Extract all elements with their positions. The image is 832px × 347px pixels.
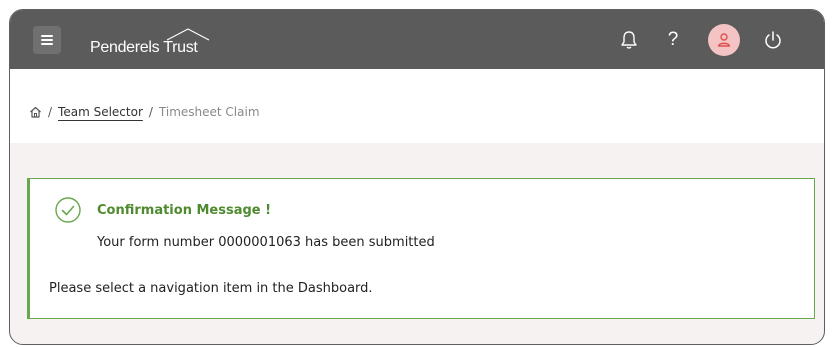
brand-logo[interactable]: Penderels Trust [90,27,210,57]
logo-roof-icon [166,28,210,41]
breadcrumb-team-selector[interactable]: Team Selector [58,105,143,119]
app-window: Penderels Trust ? / Team Selector / Time… [9,9,825,345]
breadcrumb-bar: / Team Selector / Timesheet Claim [10,69,824,143]
navigation-hint: Please select a navigation item in the D… [49,281,373,296]
breadcrumb-separator: / [148,105,153,119]
confirmation-card: Confirmation Message ! Your form number … [27,178,815,319]
confirmation-title: Confirmation Message ! [97,203,272,218]
breadcrumb: / Team Selector / Timesheet Claim [29,105,260,119]
top-bar: Penderels Trust ? [10,10,824,69]
breadcrumb-timesheet-claim: Timesheet Claim [158,105,260,119]
notifications-button[interactable] [614,25,644,55]
check-circle-icon [55,197,81,223]
menu-icon [41,35,53,45]
user-icon [717,33,731,47]
bell-icon [621,31,637,49]
confirmation-message: Your form number 0000001063 has been sub… [97,235,435,250]
help-icon: ? [667,29,679,50]
brand-logo-text: Penderels Trust [90,39,198,56]
breadcrumb-separator: / [48,105,53,119]
home-icon[interactable] [29,106,42,118]
logout-button[interactable] [758,25,788,55]
power-icon [765,31,781,49]
user-profile-button[interactable] [708,24,740,56]
menu-button[interactable] [33,26,61,54]
help-button[interactable]: ? [658,25,688,55]
